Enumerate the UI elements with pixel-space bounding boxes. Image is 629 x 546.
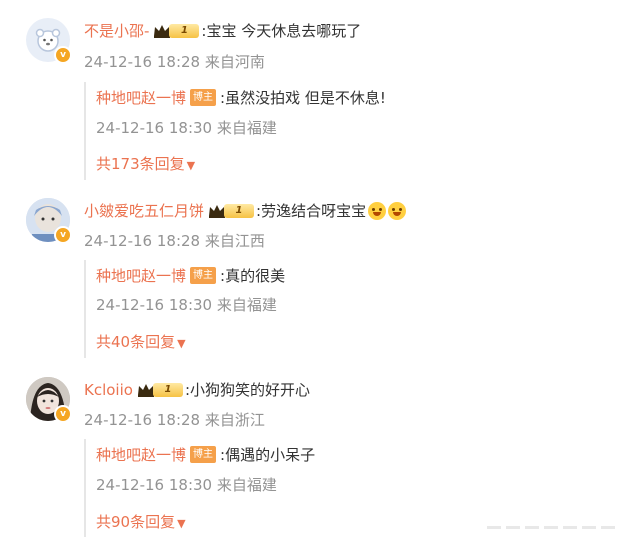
caret-down-icon: ▼ xyxy=(177,517,186,530)
vip-level-badge: 1 xyxy=(208,203,255,219)
author-badge: 博主 xyxy=(190,267,217,284)
reply-text: :虽然没拍戏 但是不休息! xyxy=(220,89,386,107)
verified-icon: v xyxy=(54,46,72,64)
comment-text: :劳逸结合呀宝宝 xyxy=(256,202,367,220)
reply-container: 种地吧赵一博 博主 :偶遇的小呆子 24-12-16 18:30 来自福建 共9… xyxy=(84,439,606,537)
more-replies-label: 共90条回复 xyxy=(96,513,176,531)
more-replies-link[interactable]: 共173条回复 ▼ xyxy=(96,153,195,174)
avatar[interactable]: v xyxy=(26,198,72,244)
reply-meta: 24-12-16 18:30 来自福建 xyxy=(96,119,277,137)
vip-level-number: 1 xyxy=(224,203,255,218)
vip-level-badge: 1 xyxy=(153,23,200,39)
comment-meta: 24-12-16 18:28 来自江西 xyxy=(84,232,265,250)
reply-container: 种地吧赵一博 博主 :真的很美 24-12-16 18:30 来自福建 共40条… xyxy=(84,260,606,358)
reply-text: :真的很美 xyxy=(220,267,286,285)
avatar[interactable]: v xyxy=(26,18,72,64)
author-badge: 博主 xyxy=(190,89,217,106)
reply-meta: 24-12-16 18:30 来自福建 xyxy=(96,296,277,314)
avatar[interactable]: v xyxy=(26,377,72,423)
author-badge: 博主 xyxy=(190,446,217,463)
more-replies-label: 共173条回复 xyxy=(96,155,185,173)
more-replies-label: 共40条回复 xyxy=(96,333,176,351)
comment-text: :小狗狗笑的好开心 xyxy=(184,381,311,399)
more-replies-link[interactable]: 共40条回复 ▼ xyxy=(96,331,186,352)
comment-line: 小皴爱吃五仁月饼 1 :劳逸结合呀宝宝 xyxy=(84,200,407,221)
reply-username[interactable]: 种地吧赵一博 xyxy=(96,87,186,108)
verified-icon: v xyxy=(54,405,72,423)
reply-text: :偶遇的小呆子 xyxy=(220,446,316,464)
more-replies-link[interactable]: 共90条回复 ▼ xyxy=(96,511,186,532)
reply-container: 种地吧赵一博 博主 :虽然没拍戏 但是不休息! 24-12-16 18:30 来… xyxy=(84,82,606,180)
vip-level-number: 1 xyxy=(169,23,200,38)
vip-level-number: 1 xyxy=(152,382,183,397)
vip-level-badge: 1 xyxy=(137,382,183,398)
comment-username[interactable]: 不是小邵- xyxy=(84,20,149,41)
verified-icon: v xyxy=(54,226,72,244)
reply-line: 种地吧赵一博 博主 :真的很美 xyxy=(96,265,285,286)
comment-username[interactable]: Kcloiio xyxy=(84,381,133,399)
comment-line: Kcloiio 1 :小狗狗笑的好开心 xyxy=(84,379,310,400)
comment-meta: 24-12-16 18:28 来自浙江 xyxy=(84,411,265,429)
caret-down-icon: ▼ xyxy=(186,159,196,172)
reply-line: 种地吧赵一博 博主 :虽然没拍戏 但是不休息! xyxy=(96,87,386,108)
reply-username[interactable]: 种地吧赵一博 xyxy=(96,444,186,465)
emoji-icon xyxy=(388,201,407,220)
comment-meta: 24-12-16 18:28 来自河南 xyxy=(84,53,265,71)
caret-down-icon: ▼ xyxy=(177,337,186,350)
reply-username[interactable]: 种地吧赵一博 xyxy=(96,265,186,286)
emoji-icon xyxy=(368,201,387,220)
reply-line: 种地吧赵一博 博主 :偶遇的小呆子 xyxy=(96,444,315,465)
comment-line: 不是小邵- 1 :宝宝 今天休息去哪玩了 xyxy=(84,20,361,41)
comment-username[interactable]: 小皴爱吃五仁月饼 xyxy=(84,200,204,221)
bottom-divider-dashes xyxy=(487,526,615,529)
comment-text: :宝宝 今天休息去哪玩了 xyxy=(201,22,362,40)
reply-meta: 24-12-16 18:30 来自福建 xyxy=(96,476,277,494)
